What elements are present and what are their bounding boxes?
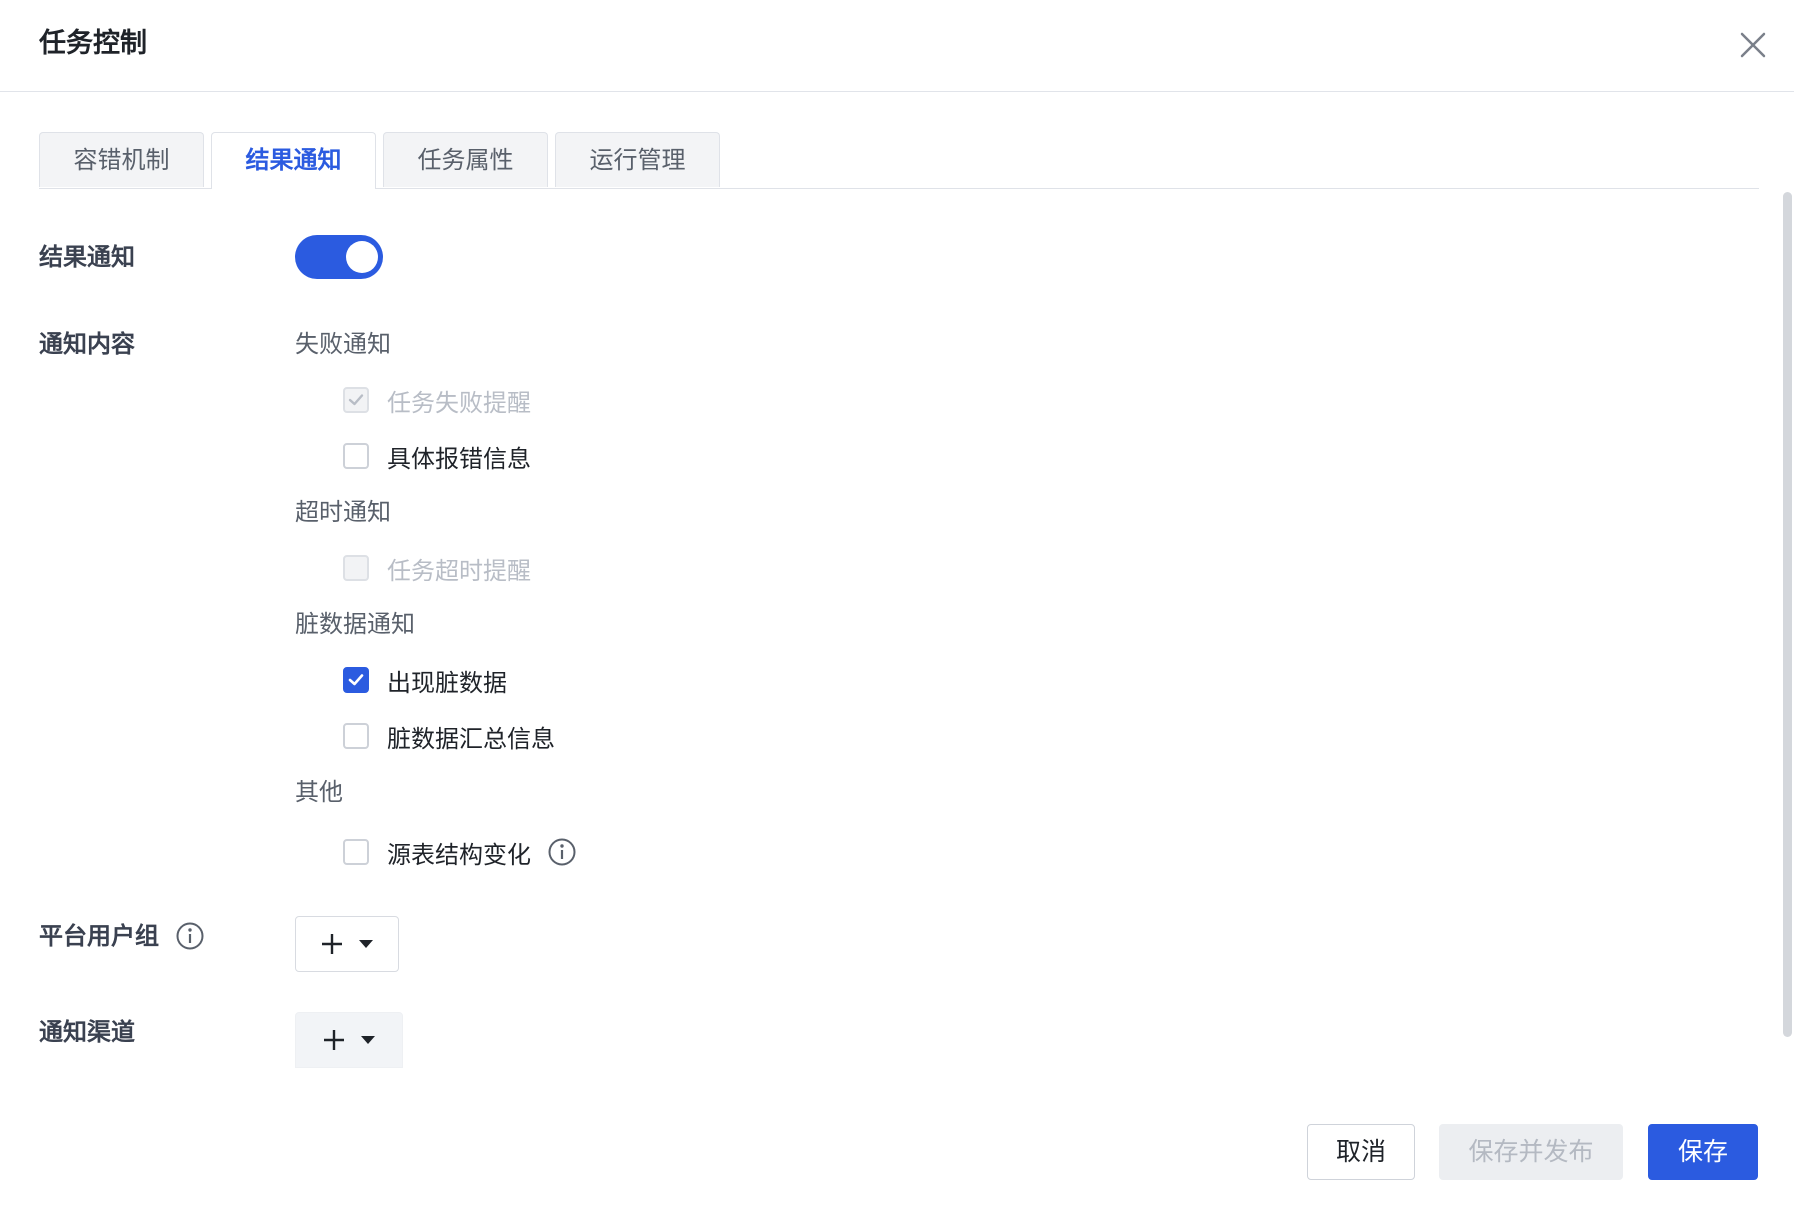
group-title-dirty-data: 脏数据通知: [295, 610, 415, 638]
tab-fault-tolerance[interactable]: 容错机制: [39, 132, 204, 187]
checkbox[interactable]: [343, 667, 369, 693]
option-dirty-data-occurs[interactable]: 出现脏数据: [343, 664, 507, 697]
channel-add-dropdown[interactable]: [295, 1012, 403, 1068]
cancel-button[interactable]: 取消: [1307, 1124, 1415, 1180]
check-icon: [348, 394, 364, 406]
tab-task-properties[interactable]: 任务属性: [383, 132, 548, 187]
plus-icon: [322, 934, 342, 954]
content-label: 通知内容: [39, 330, 135, 358]
info-icon[interactable]: [175, 921, 205, 951]
notify-toggle[interactable]: [295, 235, 383, 279]
tab-result-notification[interactable]: 结果通知: [211, 132, 376, 189]
option-task-failure-alert[interactable]: 任务失败提醒: [343, 384, 531, 417]
notify-label: 结果通知: [39, 243, 135, 271]
option-label: 任务失败提醒: [387, 388, 531, 417]
close-icon[interactable]: [1736, 28, 1770, 62]
group-title-timeout: 超时通知: [295, 498, 391, 526]
user-group-row-label: 平台用户组: [39, 920, 205, 952]
channel-label: 通知渠道: [39, 1018, 135, 1046]
option-task-timeout-alert[interactable]: 任务超时提醒: [343, 552, 531, 585]
checkbox[interactable]: [343, 387, 369, 413]
dialog-header: 任务控制: [0, 0, 1794, 92]
check-icon: [348, 674, 364, 686]
tab-bar: 容错机制 结果通知 任务属性 运行管理: [39, 132, 1759, 189]
toggle-knob: [346, 241, 378, 273]
option-label: 任务超时提醒: [387, 556, 531, 585]
checkbox[interactable]: [343, 723, 369, 749]
option-label: 具体报错信息: [387, 444, 531, 473]
tab-run-management[interactable]: 运行管理: [555, 132, 720, 187]
option-label: 源表结构变化: [387, 840, 531, 869]
group-title-failure: 失败通知: [295, 330, 391, 358]
option-source-schema-change[interactable]: 源表结构变化: [343, 836, 577, 869]
checkbox[interactable]: [343, 443, 369, 469]
checkbox[interactable]: [343, 839, 369, 865]
info-icon[interactable]: [547, 837, 577, 867]
caret-down-icon: [359, 940, 373, 948]
user-group-add-dropdown[interactable]: [295, 916, 399, 972]
dialog-title: 任务控制: [39, 28, 147, 59]
option-label: 脏数据汇总信息: [387, 724, 555, 753]
caret-down-icon: [361, 1036, 375, 1044]
checkbox[interactable]: [343, 555, 369, 581]
task-control-dialog: 任务控制 容错机制 结果通知 任务属性 运行管理 结果通知 通知内容 失败通知 …: [0, 0, 1794, 1211]
user-group-label: 平台用户组: [39, 922, 159, 950]
vertical-scrollbar[interactable]: [1783, 192, 1792, 1037]
save-button[interactable]: 保存: [1648, 1124, 1758, 1180]
save-and-publish-button[interactable]: 保存并发布: [1439, 1124, 1623, 1180]
option-label: 出现脏数据: [387, 668, 507, 697]
group-title-other: 其他: [295, 778, 343, 806]
plus-icon: [324, 1030, 344, 1050]
option-dirty-data-summary[interactable]: 脏数据汇总信息: [343, 720, 555, 753]
option-error-details[interactable]: 具体报错信息: [343, 440, 531, 473]
